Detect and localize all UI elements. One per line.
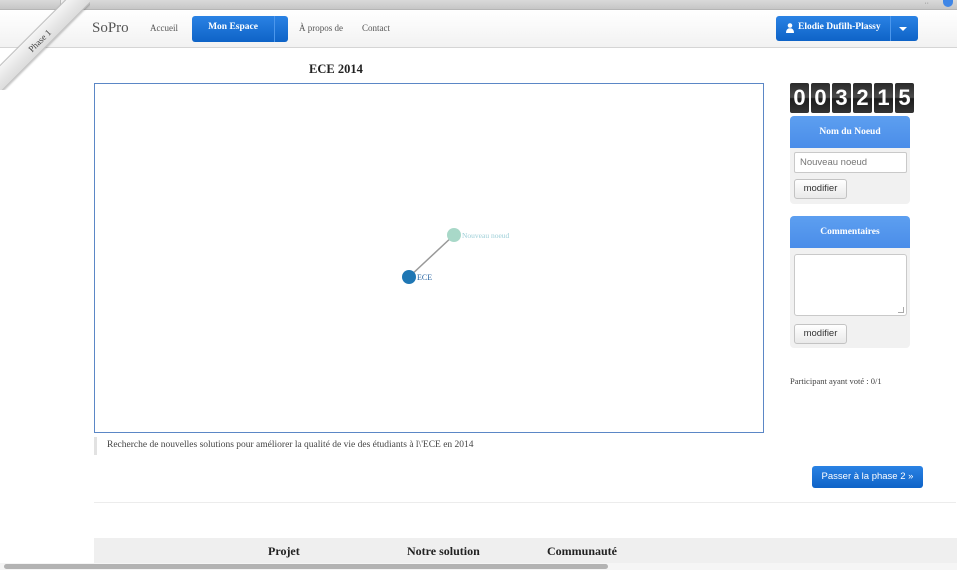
browser-profile-icon[interactable]: [943, 0, 953, 7]
brand-logo[interactable]: SoPro: [92, 20, 129, 37]
nav-link-contact[interactable]: Contact: [362, 23, 390, 33]
footer-link-solution[interactable]: Notre solution: [407, 544, 480, 559]
timer-digit: 1: [874, 83, 893, 113]
browser-controls: ··: [924, 0, 929, 7]
timer-digit: 0: [790, 83, 809, 113]
phase-ribbon-label: Phase 1: [26, 27, 54, 55]
phase-ribbon: Phase 1: [0, 0, 90, 90]
modify-comment-button[interactable]: modifier: [794, 324, 847, 344]
mindmap-node-root[interactable]: [402, 270, 416, 284]
nav-link-accueil[interactable]: Accueil: [150, 23, 178, 33]
chevron-down-icon[interactable]: [899, 27, 907, 31]
mindmap-node-root-label: ECE: [417, 273, 432, 282]
timer-digit: 5: [895, 83, 914, 113]
timer-digit: 3: [832, 83, 851, 113]
modify-node-button[interactable]: modifier: [794, 179, 847, 199]
mindmap-node-child[interactable]: [447, 228, 461, 242]
project-description: Recherche de nouvelles solutions pour am…: [94, 437, 764, 455]
countdown-timer: 0 0 3 2 1 5: [790, 83, 914, 113]
user-name: Elodie Dufilh-Plassy: [798, 22, 881, 32]
divider: [94, 502, 956, 503]
mindmap-node-child-label: Nouveau noeud: [462, 231, 510, 240]
nav-divider: [274, 16, 275, 42]
nav-link-mon-espace[interactable]: Mon Espace: [192, 16, 288, 42]
nav-link-a-propos[interactable]: À propos de: [299, 23, 343, 33]
user-menu-button[interactable]: Elodie Dufilh-Plassy: [776, 16, 918, 41]
node-name-input[interactable]: [794, 152, 907, 173]
comments-panel: Commentaires modifier: [790, 216, 910, 348]
next-phase-button[interactable]: Passer à la phase 2 »: [812, 466, 923, 488]
navbar: SoPro Accueil Mon Espace À propos de Con…: [0, 10, 957, 48]
user-menu-divider: [890, 16, 891, 41]
scrollbar-thumb[interactable]: [4, 564, 608, 569]
resize-grip-icon[interactable]: [898, 307, 904, 313]
footer-bar: Projet Notre solution Communauté: [94, 538, 957, 564]
browser-top-strip: ··: [0, 0, 957, 10]
timer-digit: 2: [853, 83, 872, 113]
graph-title: ECE 2014: [309, 62, 363, 76]
comments-panel-title: Commentaires: [790, 216, 910, 248]
comment-textarea[interactable]: [794, 254, 907, 316]
horizontal-scrollbar[interactable]: [0, 563, 957, 570]
nav-link-label: Mon Espace: [208, 22, 258, 32]
timer-digit: 0: [811, 83, 830, 113]
mindmap-link: [408, 234, 455, 278]
mindmap-canvas[interactable]: ECE Nouveau noeud: [94, 83, 764, 433]
node-name-panel: Nom du Noeud modifier: [790, 116, 910, 204]
node-name-panel-title: Nom du Noeud: [790, 116, 910, 148]
footer-link-communaute[interactable]: Communauté: [547, 544, 617, 559]
user-icon: [786, 23, 794, 33]
vote-status: Participant ayant voté : 0/1: [790, 376, 882, 386]
mindmap-svg[interactable]: ECE Nouveau noeud: [95, 84, 765, 434]
page: ·· SoPro Accueil Mon Espace À propos de …: [0, 0, 957, 570]
footer-link-projet[interactable]: Projet: [268, 544, 300, 559]
